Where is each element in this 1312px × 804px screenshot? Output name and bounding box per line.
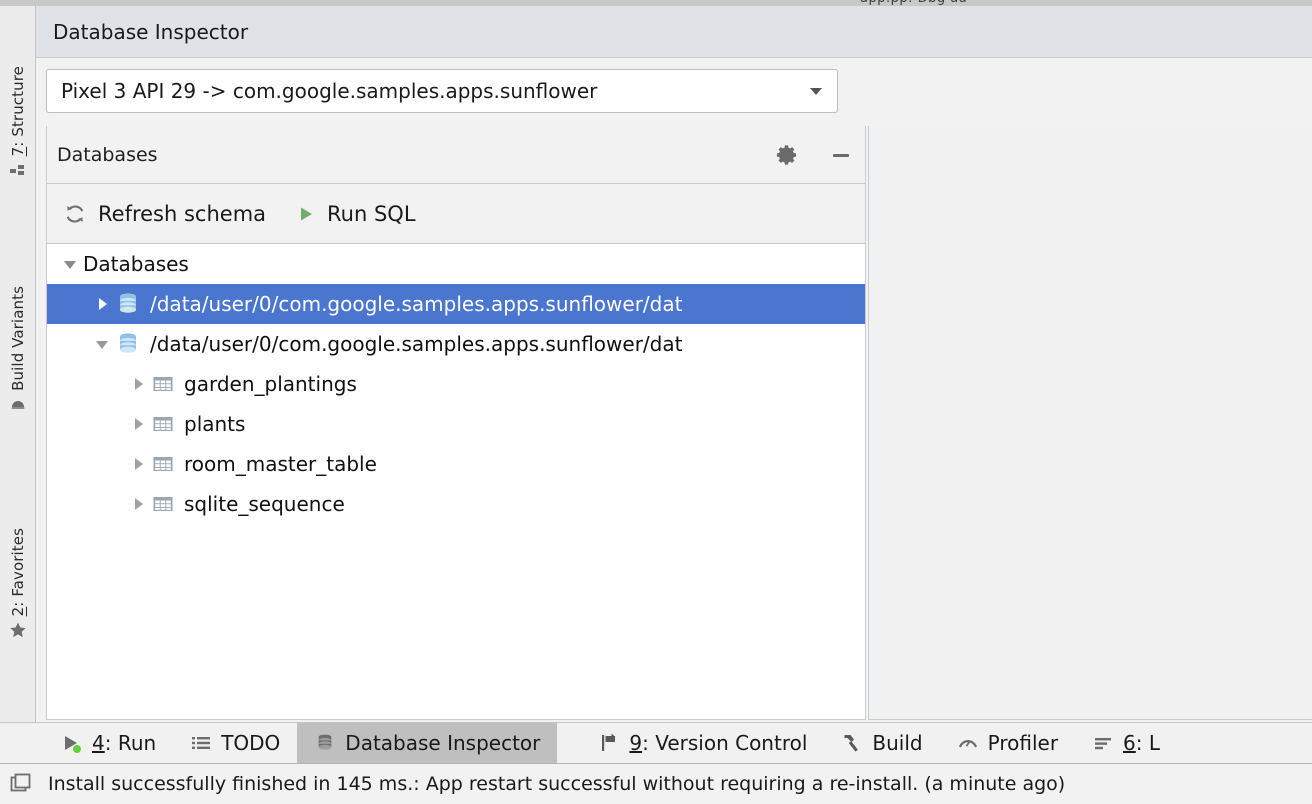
database-icon [115,331,141,357]
tab-logcat-label: 6: L [1123,731,1160,755]
databases-panel-actions [775,126,853,183]
tree-row-database-1[interactable]: /data/user/0/com.google.samples.apps.sun… [47,284,865,324]
databases-panel: Databases [46,126,866,720]
tab-run-label: 4: Run [92,731,156,755]
tab-run[interactable]: 4: Run [44,723,173,763]
tab-build-label: Build [872,731,922,755]
chevron-right-icon[interactable] [125,491,151,517]
tab-logcat[interactable]: 6: L [1075,723,1177,763]
sidebar-item-structure[interactable]: 77: Structure: Structure [0,66,36,179]
tab-version-control-label: 9: Version Control [629,731,807,755]
databases-panel-header: Databases [47,126,865,184]
tree-row-label: plants [184,412,245,436]
table-icon [151,372,175,396]
android-icon [9,396,27,414]
minimize-icon[interactable] [829,143,853,167]
database-stack-icon [314,732,336,754]
star-icon [9,621,27,639]
window-header: Database Inspector [36,6,1312,58]
bottom-tabs-right: 9: Version Control Build [581,723,1177,763]
todo-icon [190,732,212,754]
refresh-schema-label: Refresh schema [98,202,266,226]
android-studio-window: app.pp: Dbg aa 77: Structure: Structure [0,0,1312,804]
refresh-schema-button[interactable]: Refresh schema [63,202,266,226]
chevron-right-icon[interactable] [125,411,151,437]
tree-row-table-garden-plantings[interactable]: garden_plantings [47,364,865,404]
database-icon [115,291,141,317]
databases-panel-title: Databases [57,144,158,166]
structure-icon [9,161,27,179]
run-icon [61,732,83,754]
logcat-icon [1092,732,1114,754]
chevron-down-icon[interactable] [57,251,83,277]
tree-row-label: room_master_table [184,452,377,476]
page-title: Database Inspector [53,20,248,44]
database-inspector-window: Database Inspector Pixel 3 API 29 -> com… [36,6,1312,722]
device-selector-row: Pixel 3 API 29 -> com.google.samples.app… [36,58,1312,126]
sidebar-item-favorites-label: 2: Favorites [9,528,27,616]
run-sql-label: Run SQL [327,202,416,226]
device-process-select[interactable]: Pixel 3 API 29 -> com.google.samples.app… [46,69,838,113]
tree-row-label: sqlite_sequence [184,492,345,516]
table-icon [151,452,175,476]
sidebar-item-favorites[interactable]: 2: Favorites [0,528,36,639]
play-icon [296,204,316,224]
left-tool-strip: 77: Structure: Structure Build Variants [0,6,36,722]
tab-todo-label: TODO [221,731,280,755]
tab-todo[interactable]: TODO [173,723,297,763]
inspector-content-panel [868,126,1312,720]
tree-row-table-plants[interactable]: plants [47,404,865,444]
chevron-down-icon[interactable] [89,331,115,357]
bottom-tool-window-bar: 4: Run TODO [0,722,1312,764]
tree-row-databases-root[interactable]: Databases [47,244,865,284]
tree-row-label: Databases [83,252,189,276]
bottom-tabs-left: 4: Run TODO [44,723,557,763]
tab-build[interactable]: Build [824,723,939,763]
tree-row-label: /data/user/0/com.google.samples.apps.sun… [150,292,682,316]
gear-icon[interactable] [775,143,799,167]
windows-icon[interactable] [8,771,34,797]
tree-row-label: /data/user/0/com.google.samples.apps.sun… [150,332,682,356]
sidebar-item-build-variants-label: Build Variants [9,286,27,391]
tab-profiler-label: Profiler [988,731,1058,755]
tree-row-table-room-master-table[interactable]: room_master_table [47,444,865,484]
databases-toolbar: Refresh schema Run SQL [47,184,865,244]
tab-database-inspector-label: Database Inspector [345,731,540,755]
gauge-icon [957,732,979,754]
refresh-icon [63,202,87,226]
tab-profiler[interactable]: Profiler [940,723,1075,763]
chevron-down-icon [805,80,827,102]
sidebar-item-build-variants[interactable]: Build Variants [0,286,36,414]
device-process-value: Pixel 3 API 29 -> com.google.samples.app… [61,79,805,103]
table-icon [151,412,175,436]
status-bar: Install successfully finished in 145 ms.… [0,764,1312,804]
sidebar-item-structure-label: 77: Structure: Structure [9,66,27,156]
tab-database-inspector[interactable]: Database Inspector [297,723,557,763]
chevron-right-icon[interactable] [125,371,151,397]
table-icon [151,492,175,516]
tree-row-database-2[interactable]: /data/user/0/com.google.samples.apps.sun… [47,324,865,364]
chevron-right-icon[interactable] [89,291,115,317]
branch-icon [598,732,620,754]
run-sql-button[interactable]: Run SQL [296,202,416,226]
databases-tree[interactable]: Databases [47,244,865,718]
tab-version-control[interactable]: 9: Version Control [581,723,824,763]
tree-row-table-sqlite-sequence[interactable]: sqlite_sequence [47,484,865,524]
status-message: Install successfully finished in 145 ms.… [48,773,1065,795]
hammer-icon [841,732,863,754]
chevron-right-icon[interactable] [125,451,151,477]
tree-row-label: garden_plantings [184,372,357,396]
